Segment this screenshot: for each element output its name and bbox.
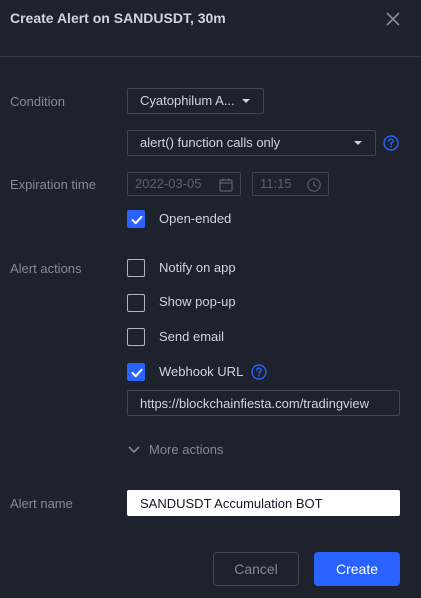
chevron-down-icon: [354, 141, 362, 145]
expiration-date-value: 2022-03-05: [135, 176, 202, 191]
condition-label: Condition: [10, 94, 65, 109]
expiration-time-input[interactable]: 11:15: [252, 172, 329, 196]
more-actions-label: More actions: [149, 442, 224, 457]
chevron-down-icon: [128, 446, 140, 454]
create-alert-dialog: Create Alert on SANDUSDT, 30m Condition …: [0, 0, 421, 598]
condition-help-button[interactable]: [383, 135, 399, 151]
checkmark-icon: [131, 215, 143, 225]
open-ended-checkbox[interactable]: [127, 210, 145, 228]
open-ended-label[interactable]: Open-ended: [159, 211, 231, 227]
webhook-url-input[interactable]: [127, 390, 400, 416]
notify-on-app-label[interactable]: Notify on app: [159, 260, 236, 276]
question-circle-icon: [383, 135, 399, 151]
show-popup-checkbox[interactable]: [127, 294, 145, 312]
condition-indicator-select[interactable]: Cyatophilum A...: [127, 88, 264, 114]
condition-indicator-value: Cyatophilum A...: [140, 93, 235, 108]
show-popup-label[interactable]: Show pop-up: [159, 294, 236, 310]
clock-icon: [307, 178, 321, 192]
send-email-checkbox[interactable]: [127, 328, 145, 346]
create-button[interactable]: Create: [314, 552, 400, 586]
condition-trigger-select[interactable]: alert() function calls only: [127, 130, 376, 156]
expiration-date-input[interactable]: 2022-03-05: [127, 172, 241, 196]
close-icon: [386, 12, 400, 26]
chevron-down-icon: [242, 99, 250, 103]
alert-name-input[interactable]: [127, 490, 400, 516]
checkmark-icon: [131, 368, 143, 378]
webhook-url-label[interactable]: Webhook URL: [159, 364, 243, 380]
question-circle-icon: [251, 364, 267, 380]
dialog-title: Create Alert on SANDUSDT, 30m: [10, 10, 226, 26]
notify-on-app-checkbox[interactable]: [127, 259, 145, 277]
expiration-time-value: 11:15: [260, 176, 292, 191]
send-email-label[interactable]: Send email: [159, 329, 224, 345]
alert-name-label: Alert name: [10, 496, 73, 511]
webhook-help-button[interactable]: [251, 364, 267, 380]
webhook-url-checkbox[interactable]: [127, 363, 145, 381]
condition-trigger-value: alert() function calls only: [140, 135, 281, 150]
cancel-button[interactable]: Cancel: [213, 552, 299, 586]
expiration-label: Expiration time: [10, 177, 96, 192]
dialog-header: Create Alert on SANDUSDT, 30m: [0, 0, 421, 57]
calendar-icon: [219, 178, 233, 192]
close-button[interactable]: [383, 9, 403, 29]
alert-actions-label: Alert actions: [10, 261, 82, 276]
